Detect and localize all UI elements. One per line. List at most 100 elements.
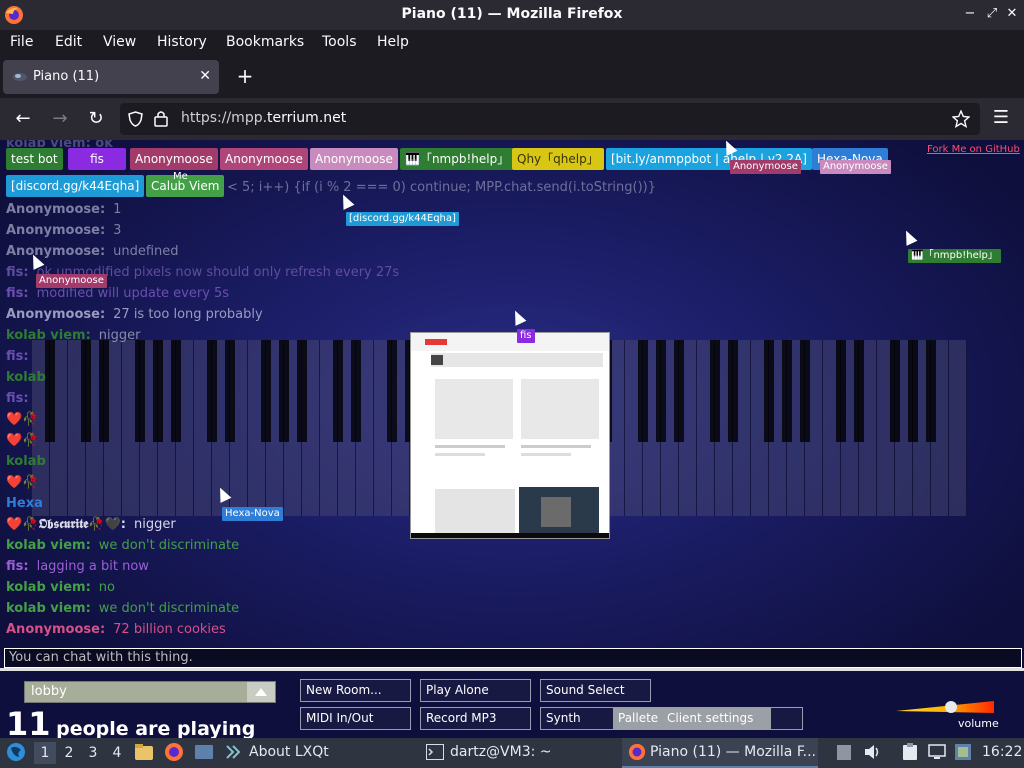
reload-icon[interactable]: ↻: [85, 108, 107, 130]
room-dropdown-arrow-icon[interactable]: [247, 682, 275, 702]
url-text[interactable]: https://mpp.terrium.net: [181, 110, 346, 126]
back-icon[interactable]: ←: [12, 108, 34, 130]
lxqt-menu-icon[interactable]: [6, 742, 26, 762]
menu-history[interactable]: History: [157, 34, 207, 50]
tab-title: Piano (11): [33, 69, 100, 84]
chat-message: Anonymoose: 3: [6, 223, 121, 238]
piano-black-key[interactable]: [638, 340, 649, 442]
taskbar-firefox-label: Piano (11) — Mozilla F...: [650, 744, 816, 760]
piano-black-key[interactable]: [674, 340, 685, 442]
window-title: Piano (11) — Mozilla Firefox: [401, 6, 623, 22]
client-settings-label[interactable]: Client settings: [661, 707, 771, 730]
piano-black-key[interactable]: [890, 340, 901, 442]
room-select[interactable]: lobby: [24, 681, 276, 703]
fork-me-link[interactable]: Fork Me on GitHub: [927, 144, 1020, 155]
volume-knob[interactable]: [945, 701, 957, 713]
shield-icon[interactable]: [128, 111, 143, 127]
forward-icon[interactable]: →: [49, 108, 71, 130]
taskbar-terminal[interactable]: dartz@VM3: ~: [450, 744, 552, 760]
piano-black-key[interactable]: [170, 340, 181, 442]
piano-black-key[interactable]: [98, 340, 109, 442]
piano-black-key[interactable]: [764, 340, 775, 442]
workspace-2[interactable]: 2: [58, 742, 80, 764]
piano-black-key[interactable]: [854, 340, 865, 442]
piano-black-key[interactable]: [908, 340, 919, 442]
piano-black-key[interactable]: [296, 340, 307, 442]
volume-slider[interactable]: [896, 699, 994, 719]
new-tab-icon[interactable]: +: [234, 64, 256, 90]
chat-sender: ❤️🥀𝕺𝖇𝖘𝖈𝖚𝖗𝖎𝖙𝖊🥀🖤:: [6, 517, 127, 532]
tab-close-icon[interactable]: ✕: [199, 68, 211, 84]
desktop-icon[interactable]: [194, 743, 214, 761]
tab-piano[interactable]: Piano (11) ✕: [3, 60, 219, 94]
chat-sender: kolab viem:: [6, 601, 91, 616]
bookmark-star-icon[interactable]: [952, 110, 970, 128]
volume-control[interactable]: volume: [896, 699, 999, 738]
minimize-icon[interactable]: −: [962, 6, 978, 22]
lxqt-about-icon: [226, 745, 241, 759]
url-bar[interactable]: https://mpp.terrium.net: [120, 103, 980, 135]
clipboard-tray-icon[interactable]: [902, 743, 918, 761]
piano-black-key[interactable]: [926, 340, 937, 442]
participant-tag[interactable]: Anonymoose: [220, 148, 308, 170]
participant-tag[interactable]: Qhy「qhelp」: [512, 148, 604, 170]
participant-tag[interactable]: fis: [68, 148, 126, 170]
midi-button[interactable]: MIDI In/Out: [300, 707, 411, 730]
piano-black-key[interactable]: [350, 340, 361, 442]
play-alone-button[interactable]: Play Alone: [420, 679, 531, 702]
piano-black-key[interactable]: [332, 340, 343, 442]
participant-tag[interactable]: [discord.gg/k44Eqha]: [6, 175, 145, 197]
menu-view[interactable]: View: [103, 34, 136, 50]
menu-edit[interactable]: Edit: [55, 34, 82, 50]
menu-bookmarks[interactable]: Bookmarks: [226, 34, 304, 50]
display-tray-icon[interactable]: [928, 744, 946, 760]
network-tray-icon[interactable]: [954, 743, 972, 761]
hamburger-menu-icon[interactable]: ☰: [990, 107, 1012, 129]
piano-black-key[interactable]: [260, 340, 271, 442]
workspace-3[interactable]: 3: [82, 742, 104, 764]
piano-black-key[interactable]: [386, 340, 397, 442]
participant-tag[interactable]: Anonymoose: [130, 148, 218, 170]
taskbar-about-lxqt[interactable]: About LXQt: [249, 744, 329, 760]
chat-input[interactable]: You can chat with this thing.: [4, 648, 1022, 668]
sound-select-button[interactable]: Sound Select: [540, 679, 651, 702]
close-window-icon[interactable]: ✕: [1004, 6, 1020, 22]
cursor-label: Anonymoose: [820, 160, 891, 174]
workspace-1[interactable]: 1: [34, 742, 56, 764]
record-mp3-button[interactable]: Record MP3: [420, 707, 531, 730]
firefox-launcher-icon[interactable]: [164, 742, 184, 762]
piano-black-key[interactable]: [44, 340, 55, 442]
pallete-button[interactable]: Pallete: [613, 707, 661, 730]
menu-help[interactable]: Help: [377, 34, 409, 50]
lock-icon[interactable]: [154, 110, 168, 127]
piano-black-key[interactable]: [224, 340, 235, 442]
piano-black-key[interactable]: [152, 340, 163, 442]
chat-sender: Anonymoose:: [6, 307, 106, 322]
piano-white-key[interactable]: [949, 340, 967, 516]
volume-tray-icon[interactable]: [864, 744, 882, 760]
piano-black-key[interactable]: [278, 340, 289, 442]
chat-sender: Anonymoose:: [6, 244, 106, 259]
new-room-button[interactable]: New Room...: [300, 679, 411, 702]
workspace-4[interactable]: 4: [106, 742, 128, 764]
menu-file[interactable]: File: [10, 34, 33, 50]
participant-tag[interactable]: 🎹「nmpb!help」: [400, 148, 515, 170]
terminal-icon: [426, 744, 444, 760]
piano-black-key[interactable]: [80, 340, 91, 442]
participant-tag[interactable]: test bot: [6, 148, 63, 170]
piano-black-key[interactable]: [134, 340, 145, 442]
piano-black-key[interactable]: [206, 340, 217, 442]
piano-black-key[interactable]: [710, 340, 721, 442]
piano-black-key[interactable]: [800, 340, 811, 442]
chat-sender: Anonymoose:: [6, 223, 106, 238]
tray-clipboard-icon[interactable]: [836, 743, 852, 761]
file-manager-icon[interactable]: [134, 743, 154, 761]
piano-black-key[interactable]: [728, 340, 739, 442]
piano-black-key[interactable]: [782, 340, 793, 442]
maximize-icon[interactable]: ⤢: [984, 6, 1000, 22]
menu-tools[interactable]: Tools: [322, 34, 357, 50]
participant-tag[interactable]: Anonymoose: [310, 148, 398, 170]
piano-black-key[interactable]: [656, 340, 667, 442]
piano-black-key[interactable]: [836, 340, 847, 442]
taskbar-firefox-active[interactable]: Piano (11) — Mozilla F...: [622, 738, 818, 768]
